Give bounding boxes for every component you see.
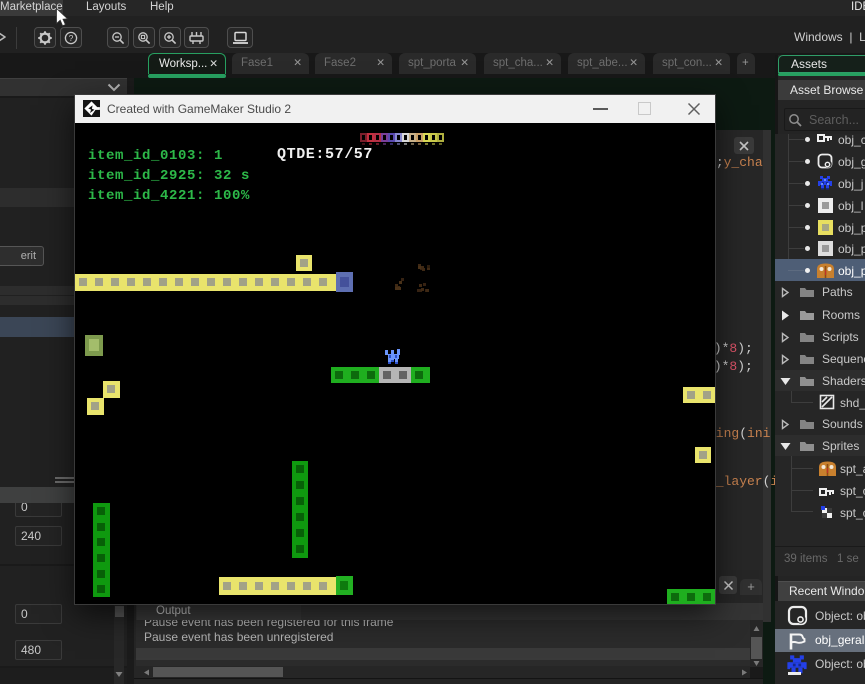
svg-text:?: ?: [69, 33, 74, 43]
